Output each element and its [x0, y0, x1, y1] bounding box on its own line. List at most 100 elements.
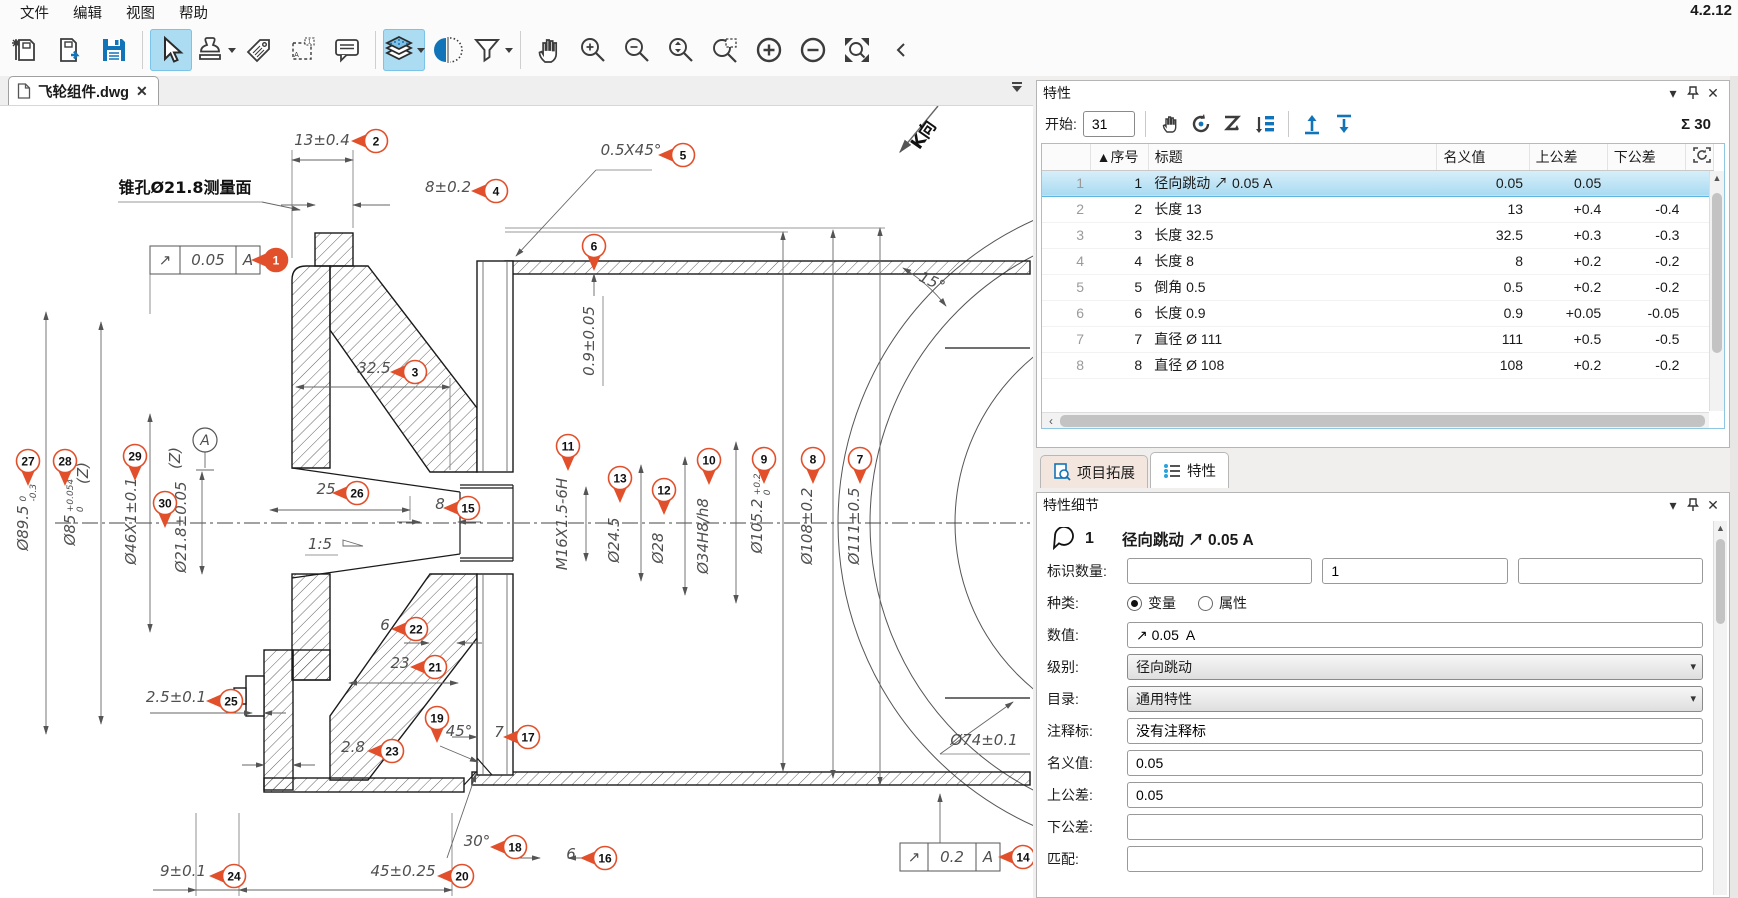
characteristics-table[interactable]: ▲序号标题名义值上公差下公差 11径向跳动 ↗ 0.05 A0.050.0522…	[1042, 144, 1714, 379]
zoom-plus-button[interactable]	[748, 29, 790, 71]
radio-dot-icon[interactable]	[1127, 596, 1142, 611]
field-input[interactable]	[1127, 814, 1703, 840]
new-document-button[interactable]	[5, 29, 47, 71]
pan-hand-button[interactable]	[528, 29, 570, 71]
dock-tab-characteristics[interactable]: 特性	[1150, 452, 1229, 488]
pick-hand-icon[interactable]	[1156, 111, 1182, 137]
document-tab-close-icon[interactable]: ✕	[136, 83, 148, 100]
id-count-input[interactable]	[1322, 558, 1507, 584]
table-row[interactable]: 55倒角 0.50.5+0.2-0.2	[1042, 274, 1714, 300]
field-input[interactable]	[1127, 718, 1703, 744]
details-scrollbar[interactable]: ▲	[1713, 521, 1727, 895]
table-row[interactable]: 66长度 0.90.9+0.05-0.05	[1042, 300, 1714, 326]
start-number-input[interactable]	[1083, 111, 1135, 137]
balloon-marker[interactable]: 25	[206, 690, 243, 713]
chevron-down-icon[interactable]: ▾	[1690, 660, 1696, 673]
table-row[interactable]: 22长度 1313+0.4-0.4	[1042, 196, 1714, 222]
id-count-input[interactable]	[1518, 558, 1703, 584]
column-header[interactable]: 下公差	[1607, 144, 1685, 170]
balloon-marker[interactable]: 7	[849, 448, 872, 485]
table-row[interactable]: 77直径 Ø 111111+0.5-0.5	[1042, 326, 1714, 352]
renumber-path-icon[interactable]	[1220, 111, 1246, 137]
panel-close-icon[interactable]: ✕	[1703, 496, 1723, 514]
balloon-marker[interactable]: 29	[124, 445, 147, 482]
table-row[interactable]: 33长度 32.532.5+0.3-0.3	[1042, 222, 1714, 248]
balloon-marker[interactable]: 8	[802, 448, 825, 485]
zoom-fit-button[interactable]	[836, 29, 878, 71]
document-tab[interactable]: 飞轮组件.dwg ✕	[8, 76, 159, 105]
zoom-vertical-button[interactable]	[660, 29, 702, 71]
panel-pin-icon[interactable]	[1683, 496, 1703, 514]
menu-item-3[interactable]: 帮助	[167, 4, 220, 24]
column-header[interactable]: 名义值	[1437, 144, 1529, 170]
menu-item-2[interactable]: 视图	[114, 4, 167, 24]
balloon-marker[interactable]: 18	[490, 836, 527, 859]
menu-item-1[interactable]: 编辑	[61, 4, 114, 24]
save-button[interactable]	[93, 29, 135, 71]
panel-close-icon[interactable]: ✕	[1703, 84, 1723, 102]
sort-list-icon[interactable]	[1252, 111, 1278, 137]
marquee-select-button[interactable]: 1A	[282, 29, 324, 71]
renumber-rotate-icon[interactable]	[1188, 111, 1214, 137]
balloon-marker[interactable]: 4	[471, 180, 508, 203]
column-header[interactable]: 上公差	[1529, 144, 1607, 170]
panel-pin-icon[interactable]	[1683, 84, 1703, 102]
balloon-marker[interactable]: 12	[653, 479, 676, 516]
table-row[interactable]: 44长度 88+0.2-0.2	[1042, 248, 1714, 274]
tag-button[interactable]	[238, 29, 280, 71]
zoom-in-button[interactable]	[572, 29, 614, 71]
balloon-marker[interactable]: 27	[17, 450, 40, 487]
table-row[interactable]: 11径向跳动 ↗ 0.05 A0.050.05	[1042, 170, 1714, 196]
column-header[interactable]	[1042, 144, 1090, 170]
menu-item-0[interactable]: 文件	[8, 4, 61, 24]
panel-collapse-chevron-icon[interactable]: ▾	[1663, 496, 1683, 514]
tab-overflow-icon[interactable]	[1009, 82, 1025, 98]
balloon-marker[interactable]: 24	[209, 865, 246, 888]
export-up-icon[interactable]	[1299, 111, 1325, 137]
mirror-button[interactable]	[427, 29, 469, 71]
dropdown-caret-icon[interactable]	[417, 48, 425, 53]
dock-tab-project-extension[interactable]: 项目拓展	[1040, 455, 1148, 488]
radio-option[interactable]: 变量	[1127, 593, 1176, 613]
layers-button[interactable]	[383, 29, 425, 71]
balloon-marker[interactable]: 20	[437, 865, 474, 888]
chevron-down-icon[interactable]: ▾	[1690, 692, 1696, 705]
balloon-marker[interactable]: 2	[351, 130, 388, 153]
balloon-marker[interactable]: 5	[658, 144, 695, 167]
field-select[interactable]: 通用特性▾	[1127, 686, 1703, 712]
zoom-window-button[interactable]	[704, 29, 746, 71]
zoom-minus-button[interactable]	[792, 29, 834, 71]
field-input[interactable]	[1127, 622, 1703, 648]
balloon-marker[interactable]: 16	[580, 847, 617, 870]
balloon-marker[interactable]: 13	[609, 467, 632, 504]
field-input[interactable]	[1127, 846, 1703, 872]
toolbar-overflow-button[interactable]	[880, 29, 922, 71]
filter-button[interactable]	[471, 29, 513, 71]
comment-button[interactable]	[326, 29, 368, 71]
drawing-canvas[interactable]: 13±0.48±0.20.5X45°锥孔Ø21.8测量面32.52581:50.…	[0, 78, 1033, 898]
balloon-marker[interactable]: 26	[332, 482, 369, 505]
panel-collapse-chevron-icon[interactable]: ▾	[1663, 84, 1683, 102]
balloon-marker[interactable]: 15	[443, 497, 480, 520]
balloon-marker[interactable]: 14	[998, 846, 1033, 869]
table-row[interactable]: 88直径 Ø 108108+0.2-0.2	[1042, 352, 1714, 378]
zoom-out-button[interactable]	[616, 29, 658, 71]
capture-column-header[interactable]	[1685, 144, 1713, 170]
stamp-button[interactable]	[194, 29, 236, 71]
radio-option[interactable]: 属性	[1198, 593, 1247, 613]
dropdown-caret-icon[interactable]	[228, 48, 236, 53]
radio-dot-icon[interactable]	[1198, 596, 1213, 611]
field-select[interactable]: 径向跳动▾	[1127, 654, 1703, 680]
dropdown-caret-icon[interactable]	[505, 48, 513, 53]
field-input[interactable]	[1127, 750, 1703, 776]
column-header[interactable]: 标题	[1148, 144, 1437, 170]
select-cursor-button[interactable]	[150, 29, 192, 71]
balloon-marker[interactable]: 10	[698, 449, 721, 486]
open-document-button[interactable]	[49, 29, 91, 71]
field-input[interactable]	[1127, 782, 1703, 808]
balloon-marker[interactable]: 11	[557, 435, 580, 472]
id-count-input[interactable]	[1127, 558, 1312, 584]
table-horizontal-scrollbar[interactable]: ‹	[1042, 412, 1709, 428]
import-down-icon[interactable]	[1331, 111, 1357, 137]
column-header[interactable]: ▲序号	[1090, 144, 1148, 170]
